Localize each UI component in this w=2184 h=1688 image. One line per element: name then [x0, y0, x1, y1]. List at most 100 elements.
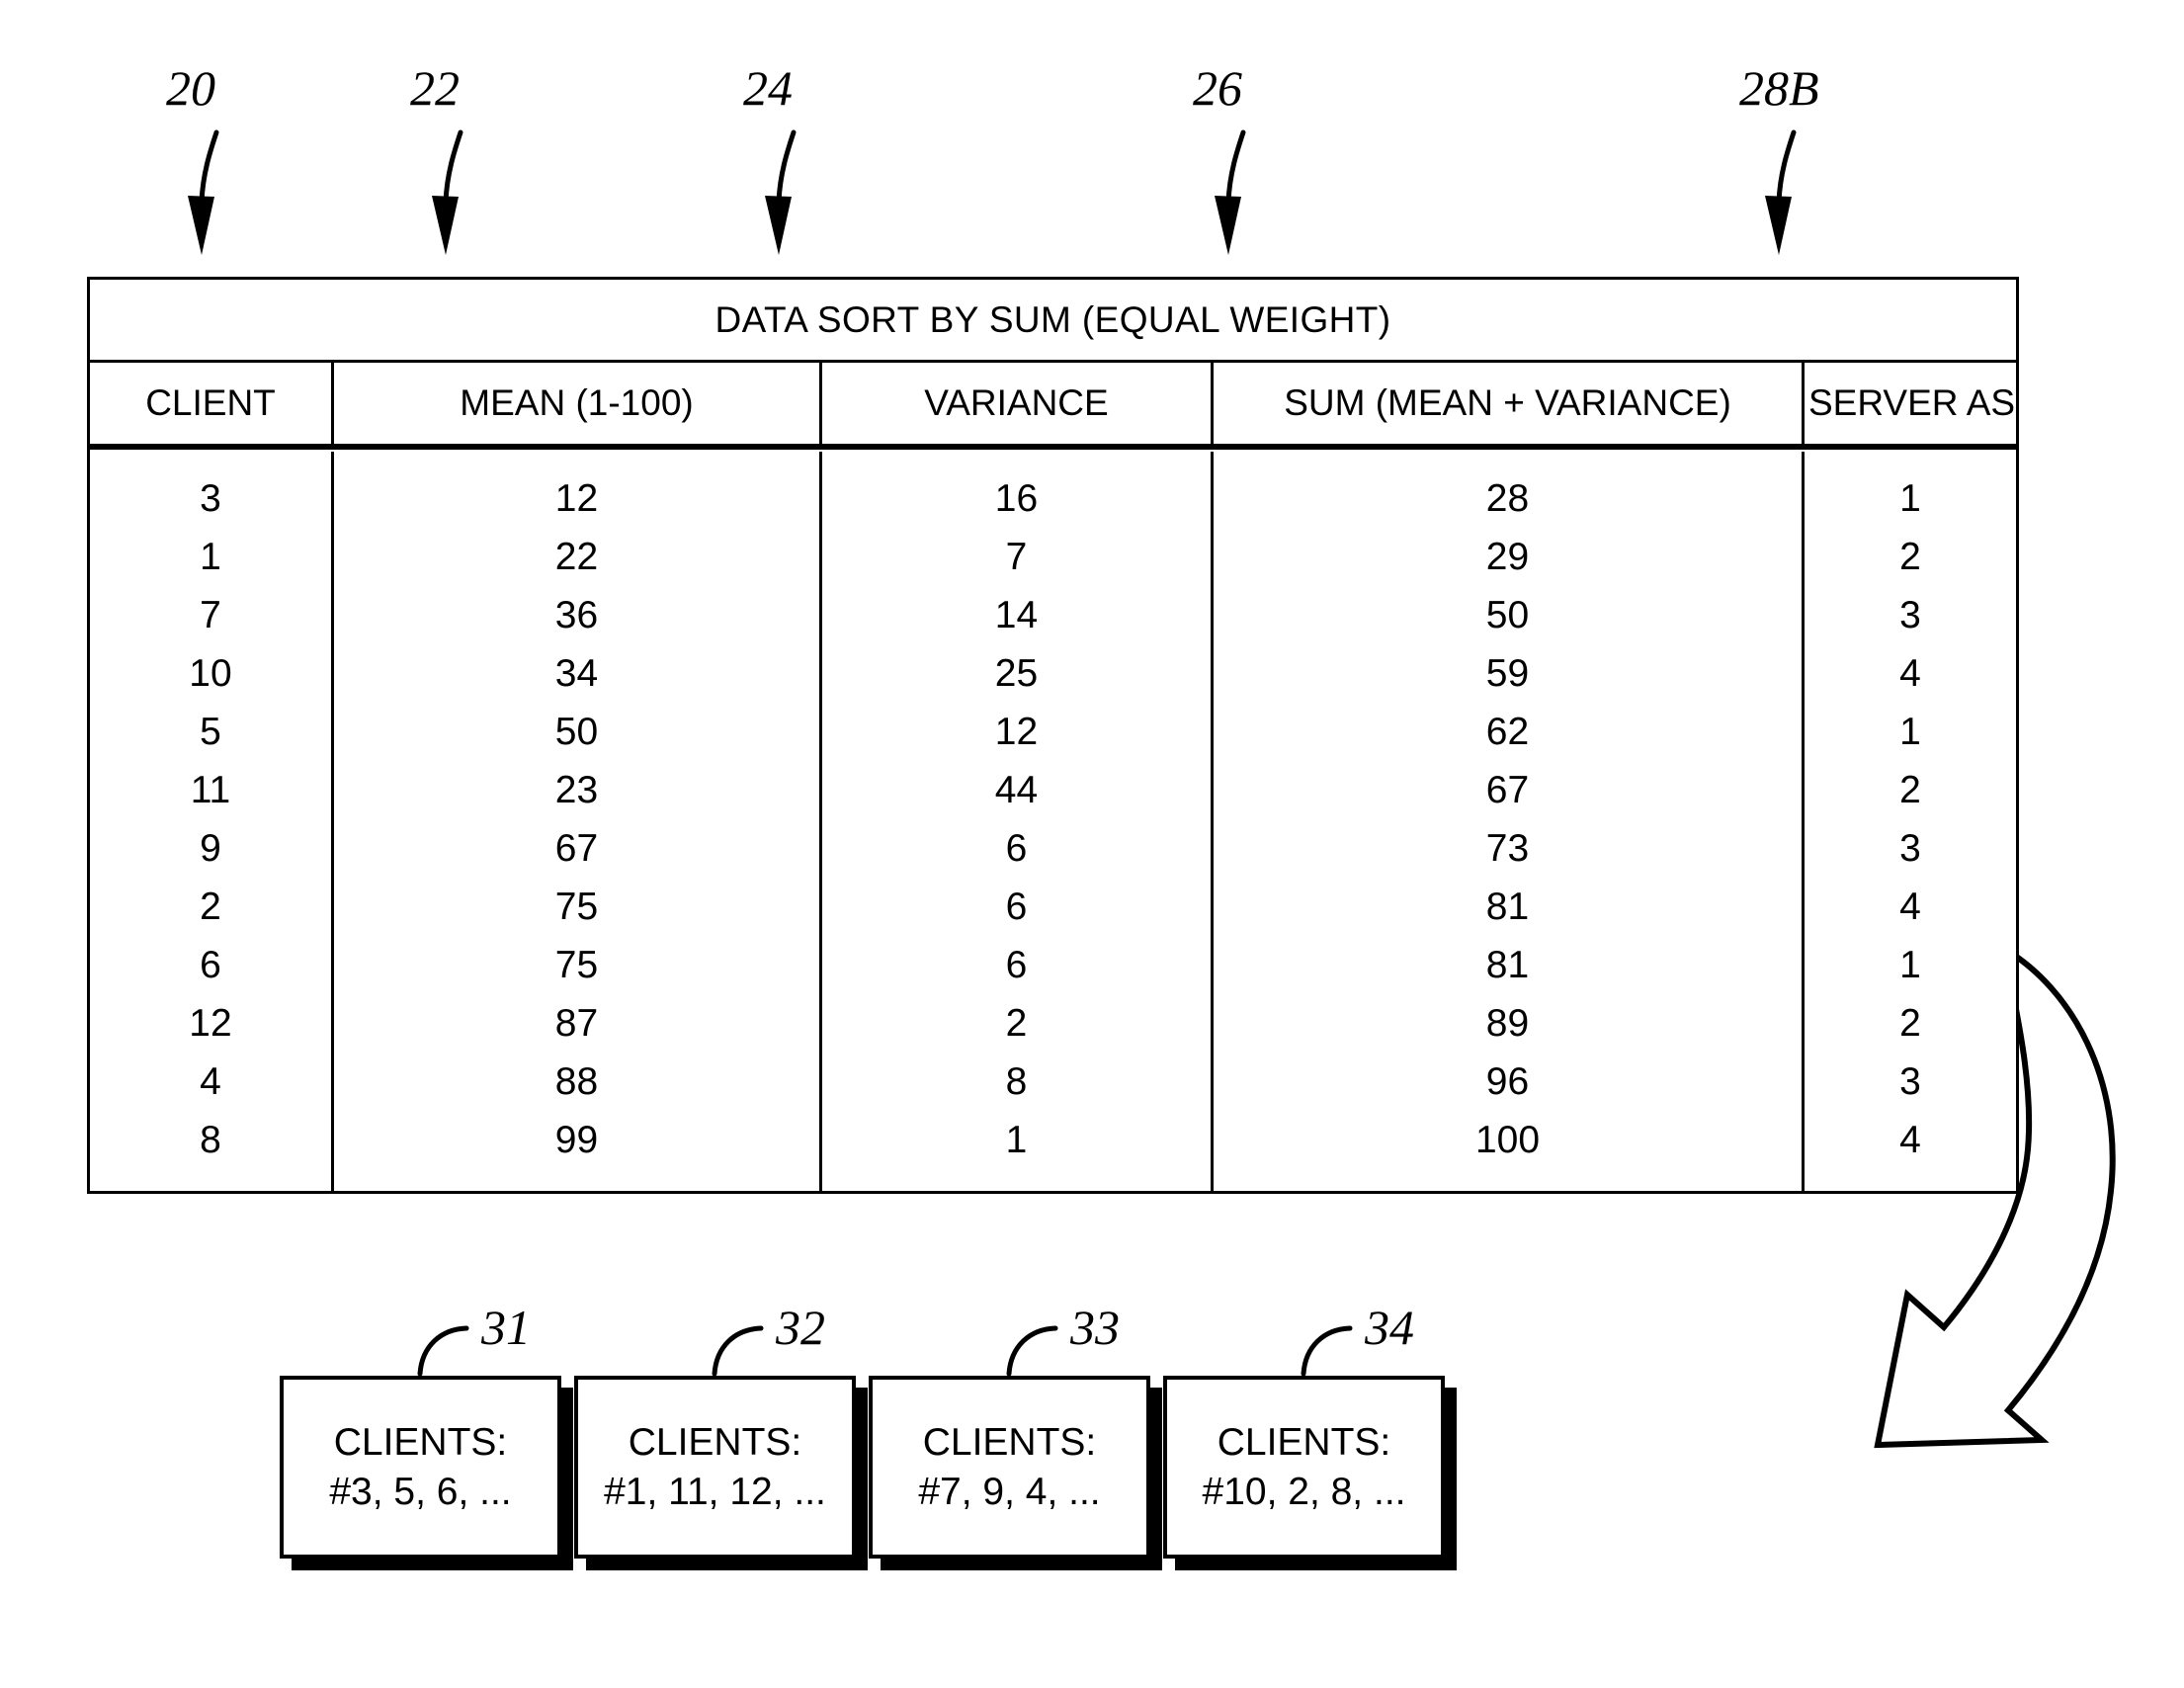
callout-31: 31 [481, 1300, 531, 1355]
cell-client: 5 [200, 711, 221, 753]
leader-arrowhead-22 [432, 196, 459, 255]
leader-line-22 [443, 129, 463, 206]
box-label: CLIENTS: [922, 1420, 1097, 1464]
cell-sum: 100 [1474, 1119, 1541, 1161]
cell-sum: 62 [1485, 711, 1530, 753]
cell-client: 8 [200, 1119, 221, 1161]
cell-server: 1 [1899, 477, 1921, 520]
cell-mean: 75 [554, 944, 599, 986]
cell-variance: 14 [994, 594, 1039, 636]
cell-variance: 7 [1005, 536, 1028, 578]
server-box-31[interactable]: CLIENTS: #3, 5, 6, ... [280, 1376, 573, 1570]
cell-server: 2 [1899, 769, 1921, 811]
box-clients: #7, 9, 4, ... [918, 1470, 1101, 1513]
cell-server: 3 [1899, 827, 1921, 870]
cell-client: 2 [200, 886, 221, 928]
server-box-32[interactable]: CLIENTS: #1, 11, 12, ... [574, 1376, 868, 1570]
box-clients: #1, 11, 12, ... [604, 1470, 826, 1513]
server-box-33[interactable]: CLIENTS: #7, 9, 4, ... [869, 1376, 1162, 1570]
cell-sum: 29 [1485, 536, 1530, 578]
box-clients: #10, 2, 8, ... [1202, 1470, 1406, 1513]
cell-mean: 22 [554, 536, 599, 578]
cell-server: 4 [1899, 886, 1921, 928]
cell-client: 12 [189, 1002, 232, 1045]
leader-line-33 [1006, 1325, 1058, 1377]
leader-line-31 [417, 1325, 469, 1377]
box-face: CLIENTS: #1, 11, 12, ... [574, 1376, 856, 1559]
cell-client: 10 [189, 652, 232, 695]
cell-sum: 81 [1485, 944, 1530, 986]
cell-server: 3 [1899, 1060, 1921, 1103]
leader-line-32 [712, 1325, 764, 1377]
box-clients: #3, 5, 6, ... [329, 1470, 512, 1513]
cell-mean: 36 [554, 594, 599, 636]
column-header-mean: MEAN (1-100) [334, 363, 822, 444]
callout-34: 34 [1365, 1300, 1414, 1355]
cell-server: 1 [1899, 944, 1921, 986]
cell-mean: 12 [554, 477, 599, 520]
column-header-variance: VARIANCE [822, 363, 1214, 444]
table-title: DATA SORT BY SUM (EQUAL WEIGHT) [90, 280, 2016, 363]
cell-variance: 16 [994, 477, 1039, 520]
cell-client: 9 [200, 827, 221, 870]
cell-client: 6 [200, 944, 221, 986]
cell-mean: 50 [554, 711, 599, 753]
cell-variance: 6 [1005, 886, 1028, 928]
box-face: CLIENTS: #3, 5, 6, ... [280, 1376, 561, 1559]
cell-server: 2 [1899, 1002, 1921, 1045]
cell-variance: 2 [1005, 1002, 1028, 1045]
leader-line-34 [1301, 1325, 1353, 1377]
cell-sum: 89 [1485, 1002, 1530, 1045]
cell-variance: 44 [994, 769, 1039, 811]
cell-client: 11 [190, 769, 231, 811]
column-sum: 28 29 50 59 62 67 73 81 81 89 96 100 [1214, 452, 1805, 1191]
cell-sum: 73 [1485, 827, 1530, 870]
box-face: CLIENTS: #7, 9, 4, ... [869, 1376, 1150, 1559]
column-header-sum: SUM (MEAN + VARIANCE) [1214, 363, 1805, 444]
cell-mean: 75 [554, 886, 599, 928]
callout-28B: 28B [1739, 60, 1819, 116]
callout-26: 26 [1193, 60, 1242, 116]
box-label: CLIENTS: [628, 1420, 802, 1464]
cell-mean: 99 [554, 1119, 599, 1161]
callout-22: 22 [410, 60, 460, 116]
cell-mean: 67 [554, 827, 599, 870]
leader-arrowhead-26 [1215, 196, 1241, 255]
column-client: 3 1 7 10 5 11 9 2 6 12 4 8 [90, 452, 334, 1191]
cell-variance: 6 [1005, 944, 1028, 986]
callout-20: 20 [166, 60, 215, 116]
cell-sum: 59 [1485, 652, 1530, 695]
cell-mean: 87 [554, 1002, 599, 1045]
cell-client: 7 [200, 594, 221, 636]
cell-server: 4 [1899, 1119, 1921, 1161]
cell-variance: 12 [994, 711, 1039, 753]
cell-client: 1 [200, 536, 221, 578]
leader-arrowhead-28B [1765, 196, 1792, 255]
data-sort-table: DATA SORT BY SUM (EQUAL WEIGHT) CLIENT M… [87, 277, 2019, 1194]
cell-sum: 28 [1485, 477, 1530, 520]
box-label: CLIENTS: [1217, 1420, 1391, 1464]
server-box-34[interactable]: CLIENTS: #10, 2, 8, ... [1163, 1376, 1457, 1570]
cell-server: 3 [1899, 594, 1921, 636]
leader-arrowhead-20 [188, 196, 214, 255]
box-face: CLIENTS: #10, 2, 8, ... [1163, 1376, 1445, 1559]
cell-server: 2 [1899, 536, 1921, 578]
callout-33: 33 [1070, 1300, 1120, 1355]
cell-sum: 81 [1485, 886, 1530, 928]
leader-line-28B [1776, 129, 1797, 206]
table-body: 3 1 7 10 5 11 9 2 6 12 4 8 12 22 36 34 50 23 67 75 75 87 88 99… [90, 452, 2016, 1191]
cell-variance: 1 [1005, 1119, 1028, 1161]
leader-arrowhead-24 [765, 196, 792, 255]
cell-mean: 23 [554, 769, 599, 811]
cell-server: 4 [1899, 652, 1921, 695]
cell-variance: 8 [1005, 1060, 1028, 1103]
table-header-row: CLIENT MEAN (1-100) VARIANCE SUM (MEAN +… [90, 363, 2016, 447]
leader-line-24 [776, 129, 797, 206]
leader-line-26 [1225, 129, 1246, 206]
cell-sum: 67 [1485, 769, 1530, 811]
column-header-client: CLIENT [90, 363, 334, 444]
cell-variance: 6 [1005, 827, 1028, 870]
cell-mean: 88 [554, 1060, 599, 1103]
leader-line-20 [199, 129, 219, 206]
cell-variance: 25 [994, 652, 1039, 695]
